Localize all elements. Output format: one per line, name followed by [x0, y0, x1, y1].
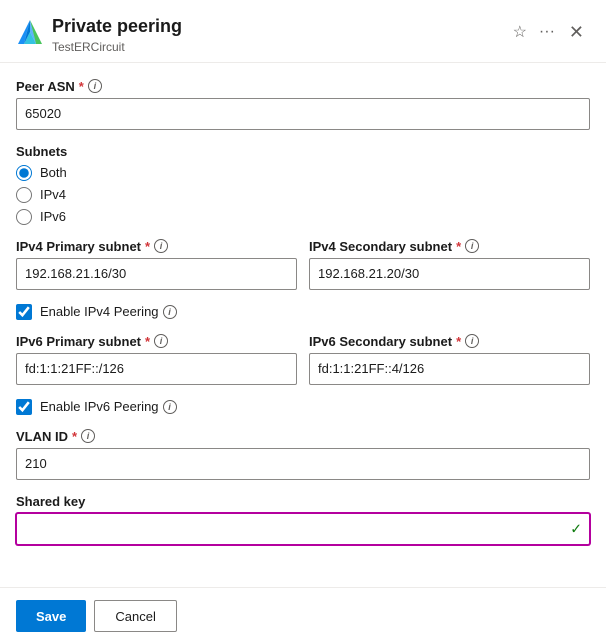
panel-subtitle: TestERCircuit: [52, 40, 501, 54]
enable-ipv4-peering-info-icon[interactable]: i: [163, 305, 177, 319]
shared-key-input[interactable]: [16, 513, 590, 545]
ipv6-secondary-input[interactable]: [309, 353, 590, 385]
enable-ipv6-peering-label-text: Enable IPv6 Peering: [40, 399, 159, 414]
cancel-button[interactable]: Cancel: [94, 600, 176, 632]
peer-asn-label-text: Peer ASN: [16, 79, 75, 94]
panel-title: Private peering: [52, 16, 501, 38]
ipv4-primary-input[interactable]: [16, 258, 297, 290]
subnets-field-group: Subnets Both IPv4 IPv6: [16, 144, 590, 225]
subnet-both-radio[interactable]: [16, 165, 32, 181]
ipv4-subnet-row: IPv4 Primary subnet * i IPv4 Secondary s…: [16, 239, 590, 290]
panel-footer: Save Cancel: [0, 587, 606, 644]
ipv4-secondary-info-icon[interactable]: i: [465, 239, 479, 253]
peer-asn-info-icon[interactable]: i: [88, 79, 102, 93]
enable-ipv4-peering-checkbox[interactable]: [16, 304, 32, 320]
vlan-id-label: VLAN ID * i: [16, 429, 590, 444]
ipv4-primary-info-icon[interactable]: i: [154, 239, 168, 253]
ipv4-secondary-label: IPv4 Secondary subnet * i: [309, 239, 590, 254]
header-title-group: Private peering TestERCircuit: [52, 16, 501, 54]
ipv6-primary-label-text: IPv6 Primary subnet: [16, 334, 141, 349]
subnets-label: Subnets: [16, 144, 590, 159]
subnet-ipv4-radio[interactable]: [16, 187, 32, 203]
shared-key-label-text: Shared key: [16, 494, 85, 509]
ipv6-primary-field-group: IPv6 Primary subnet * i: [16, 334, 297, 385]
ipv6-secondary-info-icon[interactable]: i: [465, 334, 479, 348]
close-button[interactable]: ✕: [563, 21, 590, 43]
shared-key-label: Shared key: [16, 494, 590, 509]
subnet-ipv6-label: IPv6: [40, 209, 66, 224]
enable-ipv4-peering-label: Enable IPv4 Peering i: [40, 304, 177, 319]
shared-key-checkmark-icon: ✓: [570, 520, 582, 537]
subnet-both-option[interactable]: Both: [16, 165, 590, 181]
ipv4-secondary-required: *: [456, 239, 461, 254]
enable-ipv6-peering-row: Enable IPv6 Peering i: [16, 399, 590, 415]
azure-logo-icon: [16, 18, 44, 46]
panel-header: Private peering TestERCircuit ☆ ··· ✕: [0, 0, 606, 63]
ipv4-secondary-label-text: IPv4 Secondary subnet: [309, 239, 452, 254]
enable-ipv6-peering-label: Enable IPv6 Peering i: [40, 399, 177, 414]
enable-ipv4-peering-label-text: Enable IPv4 Peering: [40, 304, 159, 319]
subnets-radio-group: Both IPv4 IPv6: [16, 165, 590, 225]
shared-key-field-group: Shared key ✓: [16, 494, 590, 545]
more-options-button[interactable]: ···: [535, 21, 559, 43]
ipv4-primary-label: IPv4 Primary subnet * i: [16, 239, 297, 254]
subnet-ipv4-label: IPv4: [40, 187, 66, 202]
peer-asn-field-group: Peer ASN * i: [16, 79, 590, 130]
ipv6-primary-required: *: [145, 334, 150, 349]
ipv4-secondary-input[interactable]: [309, 258, 590, 290]
ipv6-secondary-label: IPv6 Secondary subnet * i: [309, 334, 590, 349]
subnet-ipv4-option[interactable]: IPv4: [16, 187, 590, 203]
peer-asn-label: Peer ASN * i: [16, 79, 590, 94]
vlan-id-info-icon[interactable]: i: [81, 429, 95, 443]
ipv6-secondary-label-text: IPv6 Secondary subnet: [309, 334, 452, 349]
ipv6-secondary-required: *: [456, 334, 461, 349]
shared-key-input-wrapper: ✓: [16, 513, 590, 545]
ipv4-secondary-field-group: IPv4 Secondary subnet * i: [309, 239, 590, 290]
ipv4-primary-label-text: IPv4 Primary subnet: [16, 239, 141, 254]
subnet-both-label: Both: [40, 165, 67, 180]
ipv6-primary-info-icon[interactable]: i: [154, 334, 168, 348]
vlan-id-label-text: VLAN ID: [16, 429, 68, 444]
peer-asn-input[interactable]: [16, 98, 590, 130]
header-actions: ☆ ··· ✕: [509, 20, 590, 44]
ipv4-primary-required: *: [145, 239, 150, 254]
vlan-id-required: *: [72, 429, 77, 444]
enable-ipv6-peering-checkbox[interactable]: [16, 399, 32, 415]
vlan-id-field-group: VLAN ID * i: [16, 429, 590, 480]
subnet-ipv6-option[interactable]: IPv6: [16, 209, 590, 225]
ipv4-primary-field-group: IPv4 Primary subnet * i: [16, 239, 297, 290]
ipv6-primary-input[interactable]: [16, 353, 297, 385]
peer-asn-required: *: [79, 79, 84, 94]
pin-button[interactable]: ☆: [509, 20, 531, 44]
subnet-ipv6-radio[interactable]: [16, 209, 32, 225]
enable-ipv4-peering-row: Enable IPv4 Peering i: [16, 304, 590, 320]
ipv6-primary-label: IPv6 Primary subnet * i: [16, 334, 297, 349]
panel-body: Peer ASN * i Subnets Both IPv4 IP: [0, 63, 606, 587]
save-button[interactable]: Save: [16, 600, 86, 632]
vlan-id-input[interactable]: [16, 448, 590, 480]
panel: Private peering TestERCircuit ☆ ··· ✕ Pe…: [0, 0, 606, 644]
ipv6-subnet-row: IPv6 Primary subnet * i IPv6 Secondary s…: [16, 334, 590, 385]
ipv6-secondary-field-group: IPv6 Secondary subnet * i: [309, 334, 590, 385]
enable-ipv6-peering-info-icon[interactable]: i: [163, 400, 177, 414]
